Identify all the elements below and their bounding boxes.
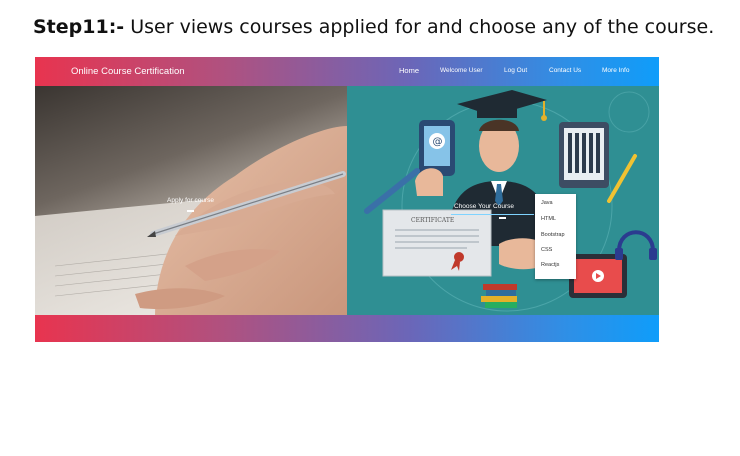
nav-contact-link[interactable]: Contact Us bbox=[549, 67, 581, 74]
step-number: Step11:- bbox=[33, 16, 125, 38]
app-screenshot: Online Course Certification Home Welcome… bbox=[35, 57, 659, 342]
nav-more-info-link[interactable]: More Info bbox=[602, 67, 629, 74]
course-dropdown-menu: Java HTML Bootstrap CSS Reactjs bbox=[535, 194, 576, 279]
top-navbar: Online Course Certification Home Welcome… bbox=[35, 57, 659, 86]
nav-home-link[interactable]: Home bbox=[399, 66, 419, 75]
dropdown-anchor-line bbox=[451, 214, 534, 215]
document-step-heading: Step11:- User views courses applied for … bbox=[33, 16, 714, 38]
nav-welcome-link[interactable]: Welcome User bbox=[440, 67, 483, 74]
course-option-bootstrap[interactable]: Bootstrap bbox=[541, 232, 565, 238]
course-option-css[interactable]: CSS bbox=[541, 247, 552, 253]
choose-course-caption[interactable]: Choose Your Course bbox=[454, 203, 514, 210]
course-option-reactjs[interactable]: Reactjs bbox=[541, 262, 559, 268]
course-option-java[interactable]: Java bbox=[541, 200, 553, 206]
caption-divider bbox=[187, 210, 194, 212]
course-option-html[interactable]: HTML bbox=[541, 216, 556, 222]
choose-course-panel[interactable]: @ CERTIFICATE bbox=[347, 86, 659, 315]
apply-course-panel[interactable]: Apply for course bbox=[35, 86, 347, 315]
nav-logout-link[interactable]: Log Out bbox=[504, 67, 527, 74]
apply-course-caption[interactable]: Apply for course bbox=[167, 197, 214, 204]
footer-bar bbox=[35, 315, 659, 342]
step-description: User views courses applied for and choos… bbox=[124, 16, 715, 38]
email-glyph: @ bbox=[433, 137, 443, 148]
caption-divider-right bbox=[499, 217, 506, 219]
brand-title[interactable]: Online Course Certification bbox=[71, 66, 185, 77]
graduate-illustration: @ CERTIFICATE bbox=[364, 90, 657, 312]
certificate-title: CERTIFICATE bbox=[411, 217, 454, 224]
